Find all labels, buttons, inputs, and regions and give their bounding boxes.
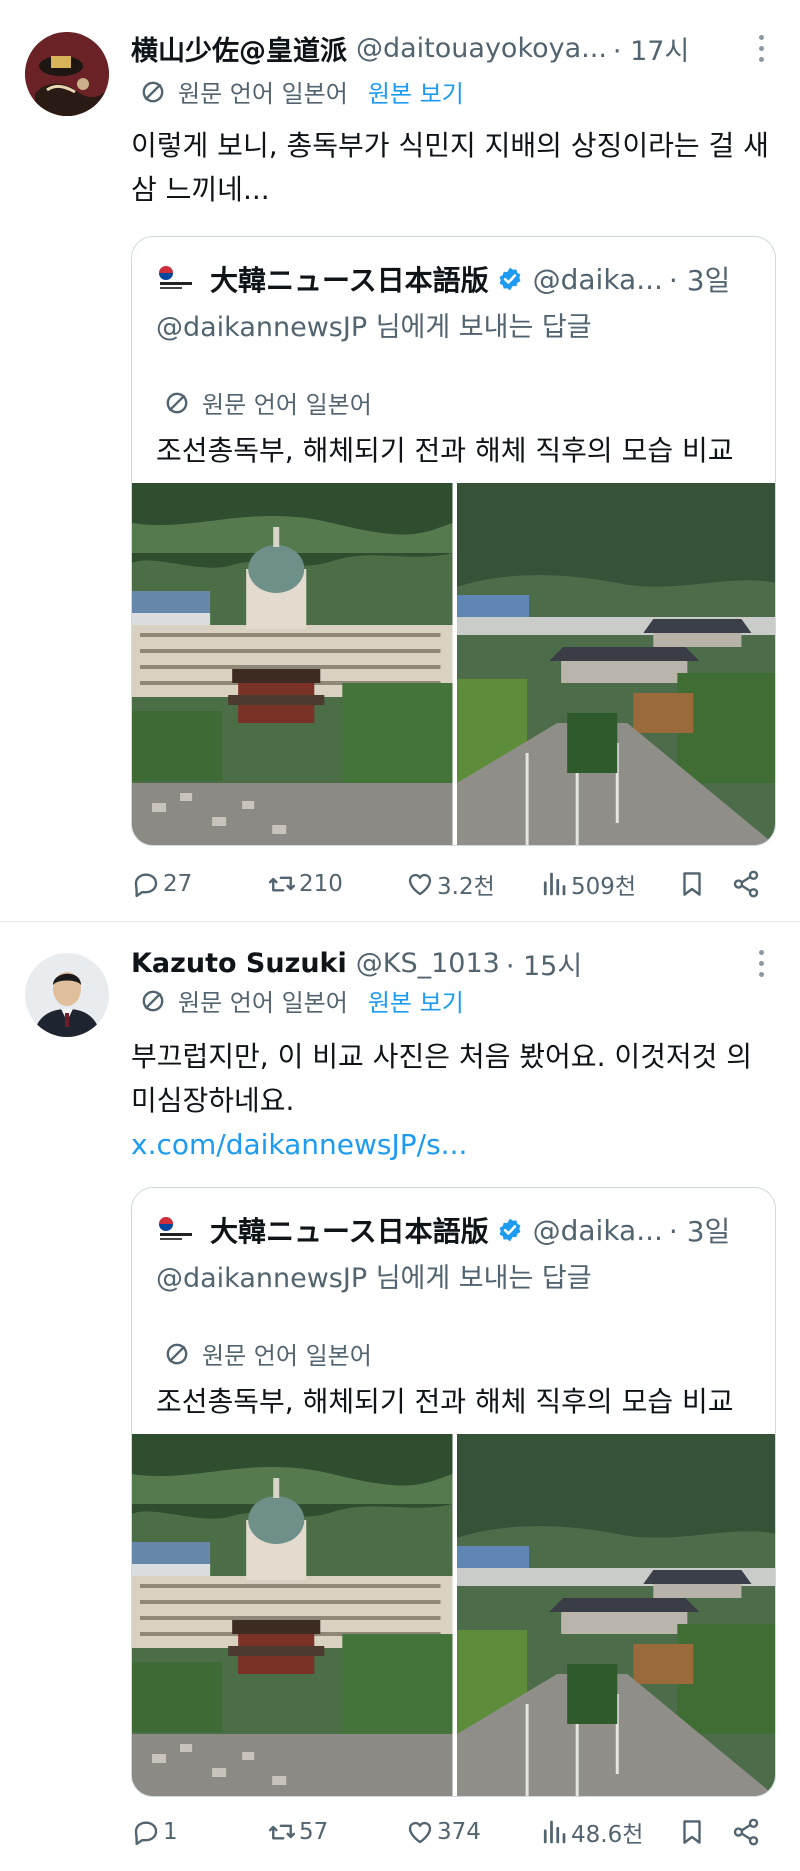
views-icon (539, 1817, 569, 1847)
quote-timestamp: · 3일 (668, 264, 731, 297)
avatar[interactable] (25, 953, 109, 1037)
action-bar: 1 57 374 48.6천 (131, 1812, 776, 1852)
daikan-logo-icon (156, 1215, 196, 1245)
reply-icon (131, 1817, 161, 1847)
tweet-text: 부끄럽지만, 이 비교 사진은 처음 봤어요. 이것저것 의미심장하네요. x.… (131, 1035, 770, 1167)
views-icon (539, 869, 569, 899)
photo-before-demolition[interactable] (132, 483, 453, 846)
tweet-header: 横山少佐@皇道派 @daitouayokoya... · 17시 (131, 28, 780, 68)
quote-media (132, 1434, 776, 1797)
quote-media (132, 483, 776, 846)
translation-label: 원문 언어 일본어 (202, 391, 372, 419)
reply-count: 27 (163, 871, 193, 897)
reply-to-label: @daikannewsJP 님에게 보내는 답글 (156, 312, 592, 343)
reply-to-label: @daikannewsJP 님에게 보내는 답글 (156, 1263, 592, 1294)
translate-icon (164, 390, 190, 416)
translate-icon (140, 988, 166, 1014)
quoted-tweet[interactable]: 大韓ニュース日本語版 @daika... · 3일 @daikannewsJP … (131, 1187, 776, 1797)
reply-count: 1 (163, 1819, 178, 1845)
tweet-link[interactable]: x.com/daikannewsJP/s... (131, 1123, 770, 1167)
tweet-text-content: 이렇게 보니, 총독부가 식민지 지배의 상징이라는 걸 새삼 느끼네... (131, 129, 769, 206)
translate-icon (140, 79, 166, 105)
bookmark-button[interactable] (677, 1817, 731, 1847)
tweet[interactable]: Kazuto Suzuki @KS_1013 · 15시 원문 언어 일본어 원… (0, 923, 800, 1871)
quote-author-handle: @daika... (532, 1213, 663, 1247)
quote-header: 大韓ニュース日本語版 @daika... · 3일 (156, 1210, 759, 1250)
tweet[interactable]: 横山少佐@皇道派 @daitouayokoya... · 17시 원문 언어 일… (0, 0, 800, 922)
photo-after-demolition[interactable] (457, 1434, 777, 1797)
show-original-link[interactable]: 원본 보기 (368, 74, 464, 109)
repost-count: 210 (299, 871, 343, 897)
repost-icon (267, 869, 297, 899)
quote-header: 大韓ニュース日本語版 @daika... · 3일 (156, 259, 759, 299)
verified-badge-icon (497, 1217, 523, 1243)
heart-icon (405, 1817, 435, 1847)
like-button[interactable]: 374 (405, 1817, 539, 1847)
tweet-text: 이렇게 보니, 총독부가 식민지 지배의 상징이라는 걸 새삼 느끼네... (131, 124, 770, 212)
timestamp[interactable]: · 15시 (506, 944, 582, 983)
translation-label: 원문 언어 일본어 (178, 989, 348, 1017)
share-icon (731, 869, 761, 899)
quote-author-handle: @daika... (532, 262, 663, 296)
daikan-logo-icon (156, 264, 196, 294)
view-count: 509천 (571, 874, 637, 900)
quote-translation-notice: 원문 언어 일본어 (164, 385, 372, 420)
avatar[interactable] (25, 32, 109, 116)
show-original-link[interactable]: 원본 보기 (368, 983, 464, 1018)
like-count: 374 (437, 1819, 481, 1845)
repost-button[interactable]: 57 (267, 1817, 405, 1847)
translate-icon (164, 1341, 190, 1367)
author-name[interactable]: Kazuto Suzuki (131, 948, 347, 979)
repost-icon (267, 1817, 297, 1847)
translation-notice: 원문 언어 일본어 원본 보기 (140, 74, 464, 109)
bookmark-icon (677, 1817, 707, 1847)
tweet-text-content: 부끄럽지만, 이 비교 사진은 처음 봤어요. 이것저것 의미심장하네요. (131, 1040, 753, 1117)
verified-badge-icon (497, 266, 523, 292)
bookmark-button[interactable] (677, 869, 731, 899)
quote-timestamp: · 3일 (668, 1215, 731, 1248)
author-name[interactable]: 横山少佐@皇道派 (131, 29, 347, 68)
bookmark-icon (677, 869, 707, 899)
translation-notice: 원문 언어 일본어 원본 보기 (140, 983, 464, 1018)
quoted-tweet[interactable]: 大韓ニュース日本語版 @daika... · 3일 @daikannewsJP … (131, 236, 776, 846)
translation-label: 원문 언어 일본어 (178, 80, 348, 108)
author-handle[interactable]: @daitouayokoya... (356, 33, 607, 64)
more-options-icon[interactable] (756, 32, 766, 64)
tweet-header: Kazuto Suzuki @KS_1013 · 15시 (131, 943, 780, 983)
like-count: 3.2천 (437, 874, 495, 900)
quote-author-name: 大韓ニュース日本語版 (210, 264, 489, 297)
share-icon (731, 1817, 761, 1847)
views-button[interactable]: 509천 (539, 867, 677, 901)
share-button[interactable] (731, 869, 761, 899)
repost-button[interactable]: 210 (267, 869, 405, 899)
quote-text: 조선총독부, 해체되기 전과 해체 직후의 모습 비교 (156, 434, 734, 467)
translation-label: 원문 언어 일본어 (202, 1342, 372, 1370)
heart-icon (405, 869, 435, 899)
reply-icon (131, 869, 161, 899)
reply-button[interactable]: 1 (131, 1817, 267, 1847)
share-button[interactable] (731, 1817, 761, 1847)
timestamp[interactable]: · 17시 (613, 29, 689, 68)
reply-button[interactable]: 27 (131, 869, 267, 899)
photo-before-demolition[interactable] (132, 1434, 453, 1797)
like-button[interactable]: 3.2천 (405, 867, 539, 901)
repost-count: 57 (299, 1819, 329, 1845)
action-bar: 27 210 3.2천 509천 (131, 864, 776, 904)
photo-after-demolition[interactable] (457, 483, 777, 846)
more-options-icon[interactable] (756, 947, 766, 979)
views-button[interactable]: 48.6천 (539, 1815, 677, 1849)
view-count: 48.6천 (571, 1822, 644, 1848)
quote-text: 조선총독부, 해체되기 전과 해체 직후의 모습 비교 (156, 1385, 734, 1418)
author-handle[interactable]: @KS_1013 (356, 948, 500, 979)
quote-translation-notice: 원문 언어 일본어 (164, 1336, 372, 1371)
quote-author-name: 大韓ニュース日本語版 (210, 1215, 489, 1248)
